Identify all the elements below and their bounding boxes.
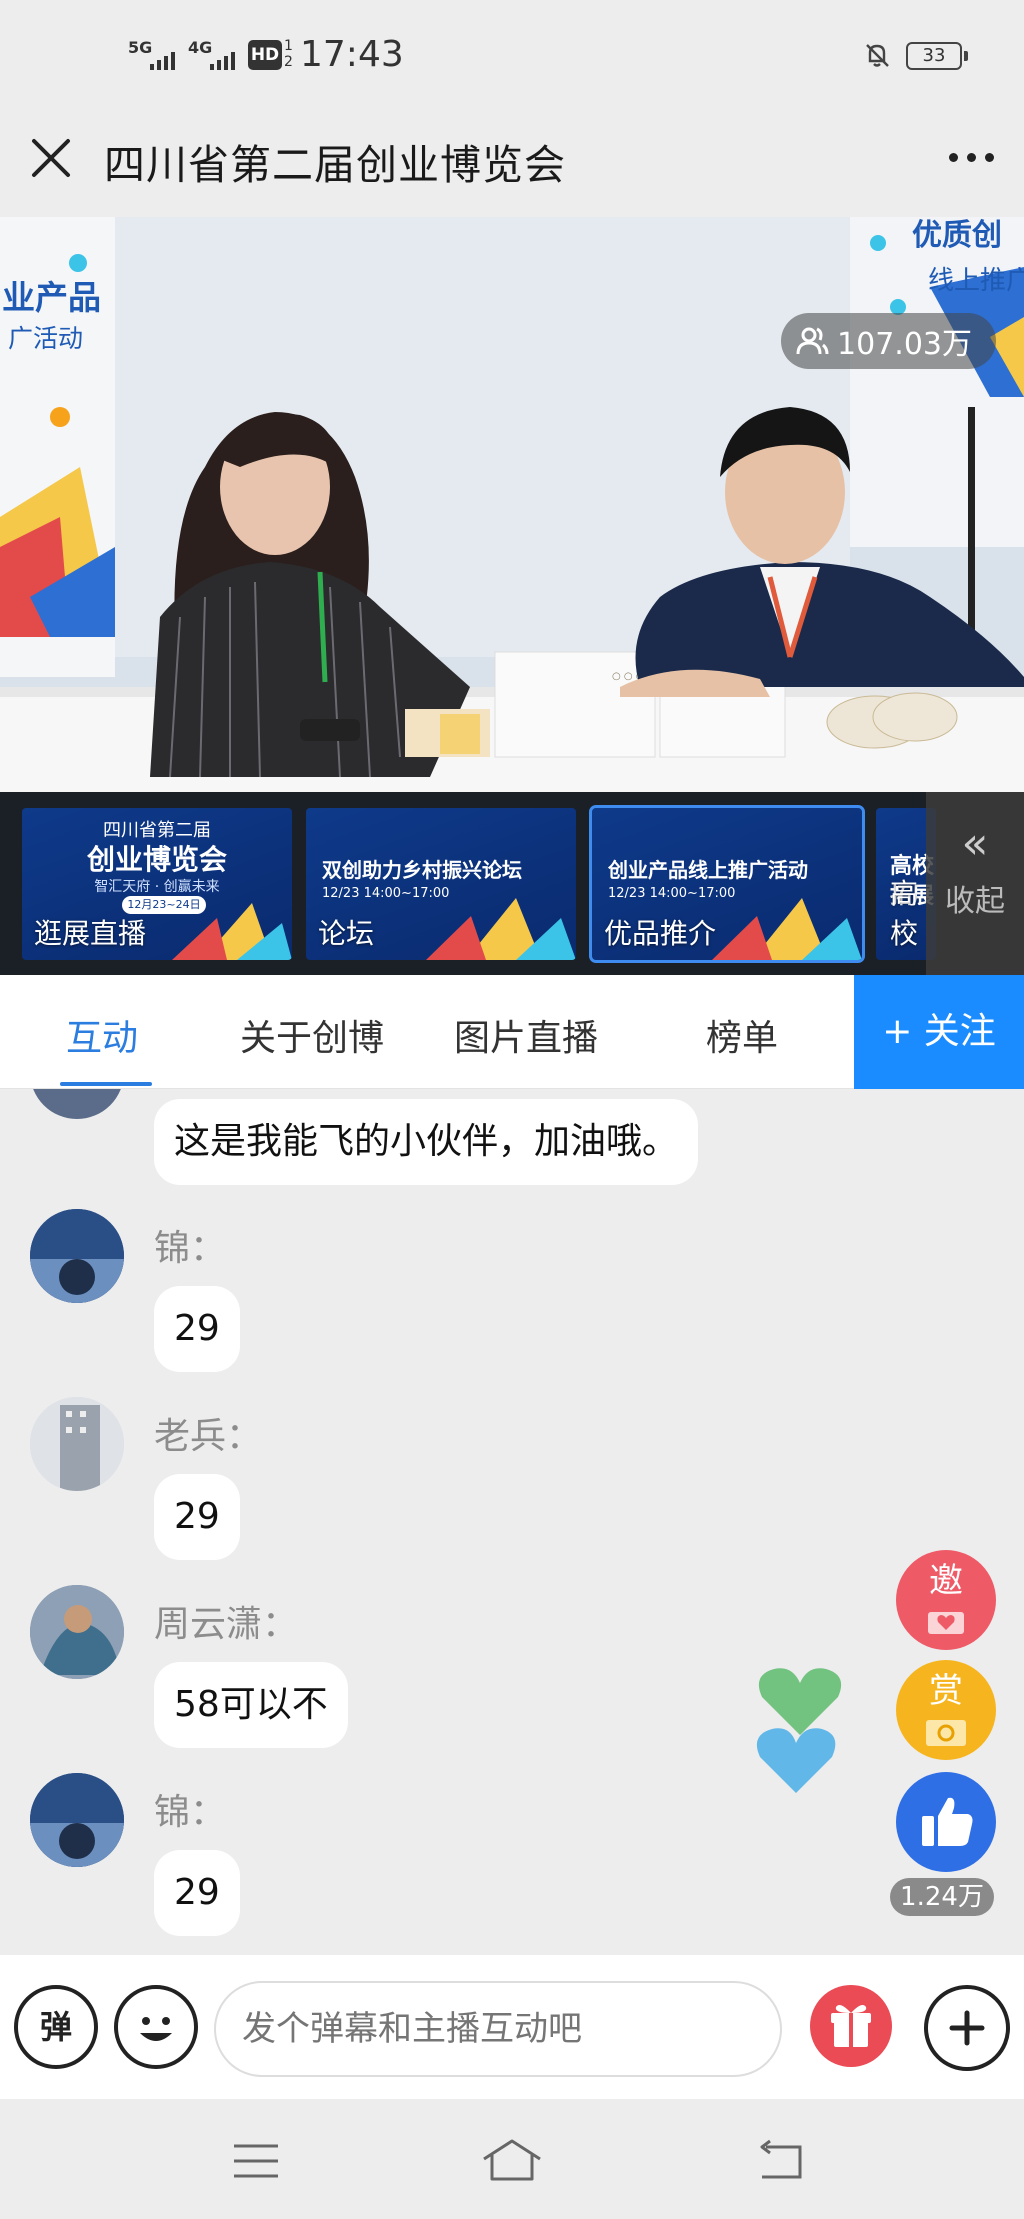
- tab-ranking[interactable]: 榜单: [706, 1009, 778, 1061]
- like-button[interactable]: [896, 1772, 996, 1872]
- follow-button[interactable]: + 关注: [854, 975, 1024, 1089]
- system-nav-bar: [0, 2099, 1024, 2219]
- add-button[interactable]: [924, 1985, 1010, 2071]
- tab-interaction[interactable]: 互动: [66, 1009, 138, 1061]
- coin-envelope-icon: [926, 1720, 966, 1746]
- channel-card-expo[interactable]: 四川省第二届 创业博览会 智汇天府 · 创赢未来 12月23~24日 逛展直播: [22, 808, 292, 960]
- card-date: 12/23 14:00~17:00: [608, 886, 736, 901]
- card-date: 12/23 14:00~17:00: [322, 886, 450, 901]
- chat-message: 58可以不: [154, 1662, 348, 1748]
- gift-button[interactable]: [810, 1985, 892, 2067]
- menu-icon[interactable]: [232, 2141, 280, 2181]
- hd-voice-badge: HD: [248, 40, 282, 70]
- invite-label: 邀: [929, 1561, 963, 1601]
- tab-bar: 互动 关于创博 图片直播 榜单 + 关注: [0, 975, 1024, 1089]
- smiley-icon: [140, 2017, 172, 2041]
- backdrop-right-line1: 优质创: [912, 218, 1002, 253]
- live-video-frame: 业产品 广活动 优质创 线上推广 ○ ○ ○ ○: [0, 217, 1024, 792]
- avatar[interactable]: [30, 1089, 124, 1119]
- back-icon[interactable]: [752, 2139, 804, 2183]
- chat-message: 这是我能飞的小伙伴，加油哦。: [154, 1099, 699, 1185]
- network-type-2: 4G: [188, 38, 213, 57]
- signal-2-icon: [210, 52, 235, 70]
- double-chevron-left-icon: «: [961, 818, 989, 869]
- input-bar: 弹: [0, 1955, 1024, 2099]
- page-title: 四川省第二届创业博览会: [104, 141, 566, 189]
- home-icon[interactable]: [480, 2137, 544, 2183]
- avatar[interactable]: [30, 1397, 124, 1491]
- invite-button[interactable]: 邀: [896, 1550, 996, 1650]
- network-type-1: 5G: [128, 38, 153, 57]
- close-icon[interactable]: [30, 137, 72, 179]
- avatar[interactable]: [30, 1209, 124, 1303]
- card-label: 论坛: [318, 917, 375, 950]
- floating-hearts-icon: [756, 1668, 842, 1793]
- chat-list[interactable]: 这是我能飞的小伙伴，加油哦。 锦： 29 老兵： 29 周云潇： 58可以不 锦…: [0, 1089, 1024, 1955]
- card-heading: 创业产品线上推广活动: [608, 858, 808, 882]
- live-video-player[interactable]: 业产品 广活动 优质创 线上推广 ○ ○ ○ ○ 107.03万: [0, 217, 1024, 792]
- collapse-label: 收起: [945, 884, 1005, 919]
- like-count: 1.24万: [890, 1878, 994, 1916]
- chat-username: 老兵：: [154, 1416, 263, 1457]
- channel-card-products[interactable]: 创业产品线上推广活动 12/23 14:00~17:00 优品推介: [589, 805, 865, 963]
- chat-message: 29: [154, 1286, 240, 1372]
- chat-message: 29: [154, 1474, 240, 1560]
- avatar[interactable]: [30, 1773, 124, 1867]
- danmu-input[interactable]: [214, 1981, 782, 2077]
- active-tab-indicator: [60, 1082, 152, 1086]
- card-slogan: 智汇天府 · 创赢未来: [94, 879, 220, 895]
- status-bar: 5G 4G HD 12 17:43 33: [0, 0, 1024, 115]
- mute-bell-icon: [866, 44, 889, 67]
- card-label: 逛展直播: [34, 917, 147, 950]
- backdrop-left-line2: 广活动: [8, 324, 83, 353]
- danmu-toggle-button[interactable]: 弹: [14, 1985, 98, 2069]
- viewers-icon: [796, 327, 829, 355]
- title-bar: 四川省第二届创业博览会: [0, 115, 1024, 217]
- backdrop-right-line2: 线上推广: [928, 266, 1024, 296]
- hd-sub-label: 12: [284, 38, 293, 70]
- chat-username: 周云潇：: [154, 1604, 299, 1645]
- chat-username: 锦：: [154, 1228, 227, 1269]
- plus-icon: [949, 2010, 985, 2046]
- thumbs-up-icon: [922, 1797, 973, 1846]
- gift-icon: [831, 2005, 871, 2047]
- channel-card-forum[interactable]: 双创助力乡村振兴论坛 12/23 14:00~17:00 论坛: [306, 808, 576, 960]
- emoji-button[interactable]: [114, 1985, 198, 2069]
- backdrop-left-line1: 业产品: [2, 278, 101, 317]
- heart-envelope-icon: [928, 1612, 964, 1634]
- collapse-button[interactable]: « 收起: [926, 792, 1024, 975]
- signal-1-icon: [150, 52, 175, 70]
- status-time: 17:43: [300, 34, 404, 75]
- chat-message: 29: [154, 1850, 240, 1936]
- card-label: 优品推介: [604, 917, 717, 950]
- reward-label: 赏: [929, 1671, 963, 1711]
- card-subheading: 创业博览会: [86, 843, 227, 876]
- tab-photo-live[interactable]: 图片直播: [454, 1009, 598, 1061]
- viewer-count: 107.03万: [837, 327, 972, 362]
- viewer-count-badge: 107.03万: [781, 313, 996, 369]
- chat-username: 锦：: [154, 1792, 227, 1833]
- battery-indicator: 33: [906, 42, 968, 70]
- reward-button[interactable]: 赏: [896, 1660, 996, 1760]
- tab-about[interactable]: 关于创博: [240, 1009, 384, 1061]
- card-heading: 双创助力乡村振兴论坛: [322, 858, 522, 882]
- more-options-icon[interactable]: [949, 153, 994, 162]
- avatar[interactable]: [30, 1585, 124, 1679]
- channel-strip: 四川省第二届 创业博览会 智汇天府 · 创赢未来 12月23~24日 逛展直播 …: [0, 792, 1024, 975]
